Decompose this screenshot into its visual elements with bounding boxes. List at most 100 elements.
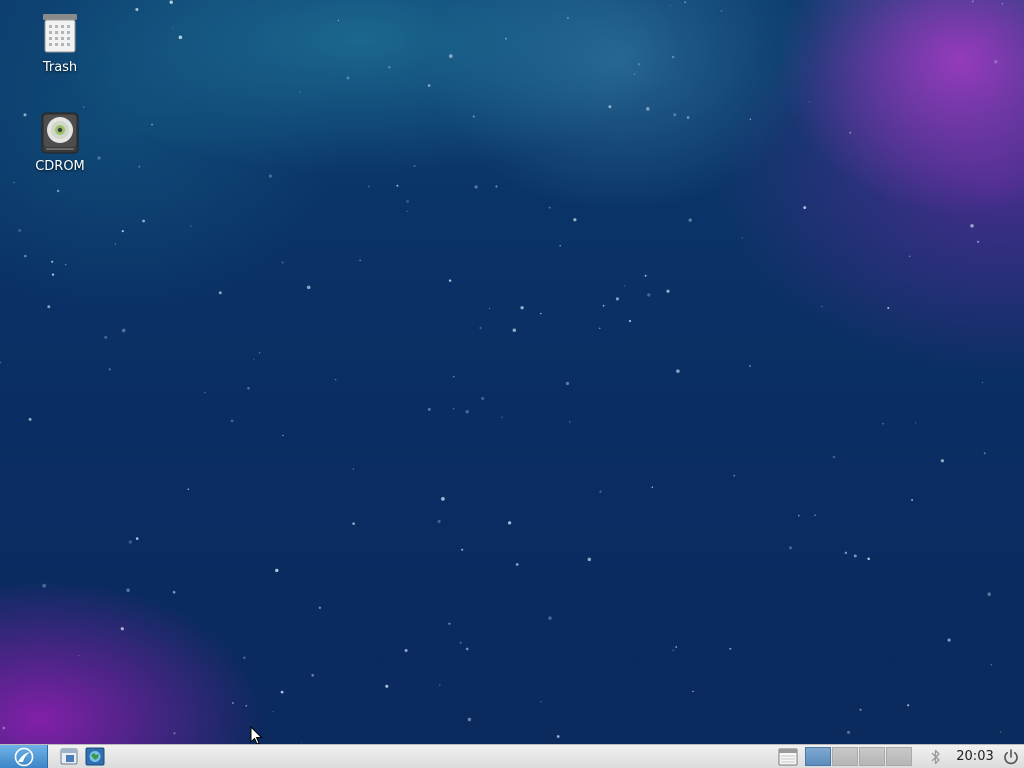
star [138,165,141,168]
star [126,588,130,592]
desktop-icon-cdrom[interactable]: CDROM [15,111,105,175]
star [573,218,577,222]
star [692,690,694,693]
star [644,274,647,277]
star [479,326,482,330]
star [821,305,823,308]
star [515,563,519,566]
star [448,622,451,625]
star [64,263,67,266]
star [651,486,654,488]
star [104,335,108,339]
star [406,210,408,212]
window-icon [778,748,798,766]
star [914,422,917,424]
star [13,181,15,184]
star [282,434,284,437]
star [120,627,124,631]
star [488,307,491,310]
star [439,684,441,686]
star [599,490,602,493]
workspace-1[interactable] [805,747,831,766]
star [615,297,619,301]
star [306,285,311,290]
star [18,229,22,232]
star [280,690,284,694]
star [666,289,670,293]
star [275,568,279,573]
workspace-4[interactable] [886,747,912,766]
power-button[interactable] [1000,745,1022,768]
star [0,361,2,364]
star [814,514,816,516]
star [281,261,284,264]
taskbar-panel: 20:03 [0,744,1024,768]
star [82,106,85,108]
desktop-background[interactable]: Trash CDROM [0,0,1024,744]
star [135,537,139,540]
star [481,397,485,400]
star [28,417,32,421]
desktop-icon-trash[interactable]: Trash [15,12,105,76]
star [803,206,807,210]
star [448,54,453,58]
file-manager-launcher[interactable] [58,745,80,768]
star [335,379,337,381]
desktop-icon-label: CDROM [35,159,85,174]
star [437,519,441,523]
star [1001,3,1004,5]
star [465,409,469,414]
star [318,606,322,609]
star [352,522,355,525]
star [587,557,592,562]
bluetooth-icon [931,749,940,765]
workspace-3[interactable] [859,747,885,766]
star [628,319,632,323]
workspace-2[interactable] [832,747,858,766]
star [741,237,743,239]
star [230,419,234,423]
star [971,0,974,3]
star [844,551,848,555]
star [172,590,176,594]
star [675,646,678,648]
show-desktop-button[interactable] [777,745,799,768]
clock[interactable]: 20:03 [952,745,998,768]
star [637,63,641,66]
star [495,185,498,188]
star [720,10,723,12]
star [970,224,974,228]
star [867,557,870,561]
star [672,649,675,652]
star [151,123,153,126]
star [472,115,475,118]
star [749,365,751,367]
star [2,726,6,730]
star [548,616,552,620]
star [346,76,350,80]
star [453,408,455,410]
browser-launcher[interactable] [84,745,106,768]
star [983,452,986,455]
star [172,27,174,29]
star [569,421,571,423]
star [23,254,27,258]
star [121,230,124,233]
main-menu-button[interactable] [0,745,48,768]
star [505,37,507,40]
star [859,708,862,711]
star [78,654,80,657]
star [624,285,626,287]
star [999,730,1002,733]
star [427,84,431,87]
bluetooth-tray[interactable] [927,745,945,768]
star [853,554,857,558]
star [789,546,792,550]
star [385,684,389,688]
star [676,369,680,373]
star [453,376,455,378]
wallpaper-stars [0,0,1004,744]
star [882,422,884,425]
star [448,279,452,282]
star [352,468,354,470]
